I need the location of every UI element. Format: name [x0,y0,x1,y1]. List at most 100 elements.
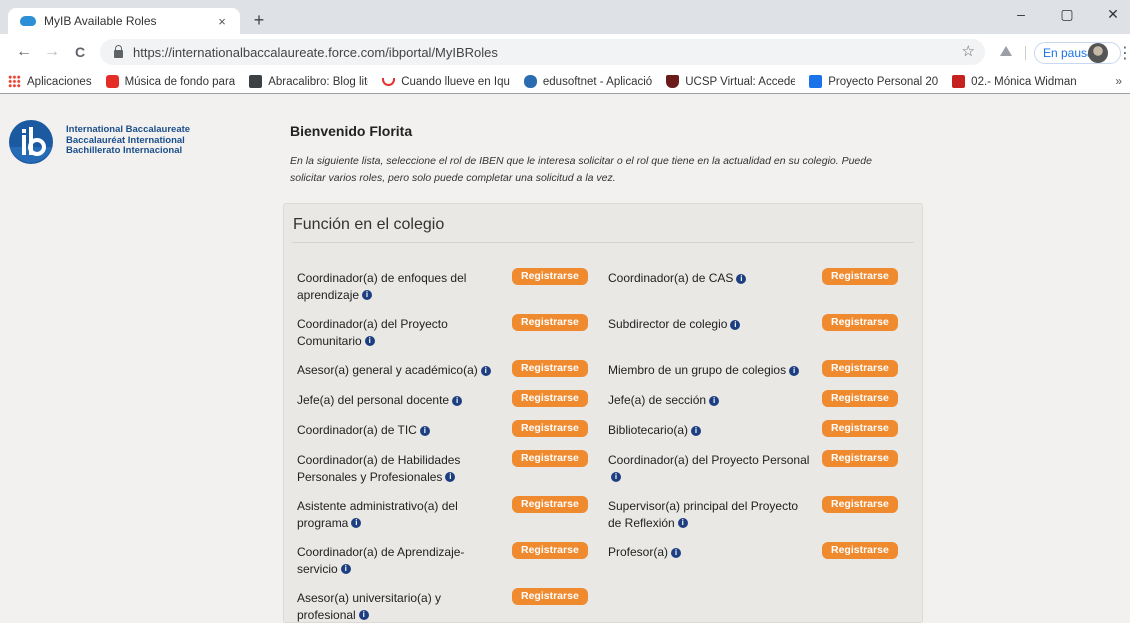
info-icon[interactable]: i [671,547,682,558]
close-window-button[interactable]: ✕ [1098,6,1128,23]
info-icon[interactable]: i [480,365,491,376]
toolbar-separator [1025,46,1026,60]
register-button[interactable]: Registrarse [822,542,898,559]
register-button[interactable]: Registrarse [512,420,588,437]
role-name: Coordinador(a) del Proyecto Personal [608,453,810,467]
role-label: Asistente administrativo(a) del programa… [297,498,502,531]
minimize-button[interactable]: – [1006,6,1036,22]
cloud-icon [523,75,537,88]
bookmark-ucsp[interactable]: UCSP Virtual: Accede [666,75,795,88]
role-label: Asesor(a) general y académico(a) i [297,362,502,379]
role-name: Miembro de un grupo de colegios [608,363,787,377]
role-label: Coordinador(a) de Habilidades Personales… [297,452,502,485]
info-icon[interactable]: i [340,564,351,575]
info-icon[interactable]: i [611,472,621,483]
register-button[interactable]: Registrarse [822,314,898,331]
bookmark-label: Música de fondo para [124,75,236,88]
role-label: Profesor(a) i [608,544,813,561]
bookmark-abracalibro[interactable]: Abracalibro: Blog lite [249,75,368,88]
logo-line-es: Bachillerato Internacional [66,145,183,156]
bookmark-star-icon[interactable]: ☆ [962,42,975,60]
info-icon[interactable]: i [691,425,702,436]
shield-icon [666,75,680,88]
profile-avatar[interactable] [1088,43,1108,63]
register-button[interactable]: Registrarse [822,268,898,285]
info-icon[interactable]: i [419,425,430,436]
bookmark-label: edusoftnet - Aplicació [542,75,653,88]
bookmark-label: UCSP Virtual: Accede [685,75,796,88]
role-label: Miembro de un grupo de colegios i [608,362,813,379]
role-label: Coordinador(a) de TIC i [297,422,502,439]
role-name: Subdirector de colegio [608,317,728,331]
register-button[interactable]: Registrarse [512,450,588,467]
youtube-icon [105,75,119,88]
info-icon[interactable]: i [730,319,741,330]
intro-text: En la siguiente lista, seleccione el rol… [290,155,872,184]
role-name: Coordinador(a) de Habilidades Personales… [297,453,461,484]
role-name: Supervisor(a) principal del Proyecto de … [608,499,799,530]
drive-extension-icon[interactable] [1000,46,1012,56]
register-button[interactable]: Registrarse [822,360,898,377]
info-icon[interactable]: i [789,365,800,376]
reload-button[interactable]: C [70,43,90,61]
register-button[interactable]: Registrarse [512,360,588,377]
info-icon[interactable]: i [445,472,456,483]
bookmark-cuando-llueve[interactable]: Cuando llueve en Iqu [382,76,510,88]
url-text[interactable]: https://internationalbaccalaureate.force… [133,45,498,60]
info-icon[interactable]: i [736,273,747,284]
register-button[interactable]: Registrarse [512,542,588,559]
roles-panel: Función en el colegio Coordinador(a) de … [283,203,923,623]
address-bar[interactable]: https://internationalbaccalaureate.force… [100,39,985,65]
info-icon[interactable]: i [452,395,463,406]
register-button[interactable]: Registrarse [512,390,588,407]
panel-title: Función en el colegio [293,216,445,233]
role-label: Asesor(a) universitario(a) y profesional… [297,590,502,623]
back-button[interactable]: ← [14,43,34,61]
forward-button[interactable]: → [42,43,62,61]
role-label: Coordinador(a) del Proyecto Comunitario i [297,316,502,349]
role-name: Coordinador(a) de enfoques del aprendiza… [297,271,467,302]
role-name: Asesor(a) general y académico(a) [297,363,478,377]
info-icon[interactable]: i [351,518,362,529]
info-icon[interactable]: i [364,336,375,347]
bookmark-proyecto-personal[interactable]: Proyecto Personal 20 [809,75,938,88]
role-name: Coordinador(a) de TIC [297,423,417,437]
role-label: Coordinador(a) de Aprendizaje-servicio i [297,544,502,577]
register-button[interactable]: Registrarse [512,268,588,285]
bookmark-label: Proyecto Personal 20 [828,75,939,88]
register-button[interactable]: Registrarse [822,420,898,437]
tab-close-icon[interactable]: × [214,14,230,29]
role-label: Coordinador(a) del Proyecto Personal i [608,452,813,485]
register-button[interactable]: Registrarse [512,496,588,513]
role-name: Bibliotecario(a) [608,423,689,437]
bookmark-monica-widman[interactable]: 02.- Mónica Widman [952,75,1077,88]
ib-logo-text: International Baccalaureate Baccalauréat… [66,124,191,157]
bookmark-apps[interactable]: Aplicaciones [8,75,92,88]
calendar-icon [952,75,966,88]
welcome-heading: Bienvenido Florita [290,123,413,139]
bookmark-edusoftnet[interactable]: edusoftnet - Aplicació [523,75,653,88]
info-icon[interactable]: i [709,395,720,406]
register-button[interactable]: Registrarse [512,314,588,331]
panel-divider [292,242,914,243]
bookmarks-overflow-button[interactable]: » [1115,74,1122,88]
role-label: Jefe(a) del personal docente i [297,392,502,409]
role-name: Jefe(a) de sección [608,393,707,407]
register-button[interactable]: Registrarse [822,390,898,407]
register-button[interactable]: Registrarse [512,588,588,605]
info-icon[interactable]: i [677,518,688,529]
new-tab-button[interactable]: + [248,9,270,31]
browser-tab[interactable]: MyIB Available Roles × [8,8,240,34]
info-icon[interactable]: i [362,290,373,301]
role-label: Coordinador(a) de enfoques del aprendiza… [297,270,502,303]
chrome-menu-icon[interactable]: ⋮ [1117,43,1130,63]
role-name: Asistente administrativo(a) del programa [297,499,458,530]
register-button[interactable]: Registrarse [822,450,898,467]
apps-grid-icon [8,75,21,88]
logo-line-en: International Baccalaureate [66,124,191,135]
register-button[interactable]: Registrarse [822,496,898,513]
bookmark-youtube[interactable]: Música de fondo para [105,75,236,88]
bookmark-label: Cuando llueve en Iqu [401,75,510,88]
maximize-button[interactable]: ▢ [1052,6,1082,23]
browser-toolbar: ← → C https://internationalbaccalaureate… [0,34,1130,70]
